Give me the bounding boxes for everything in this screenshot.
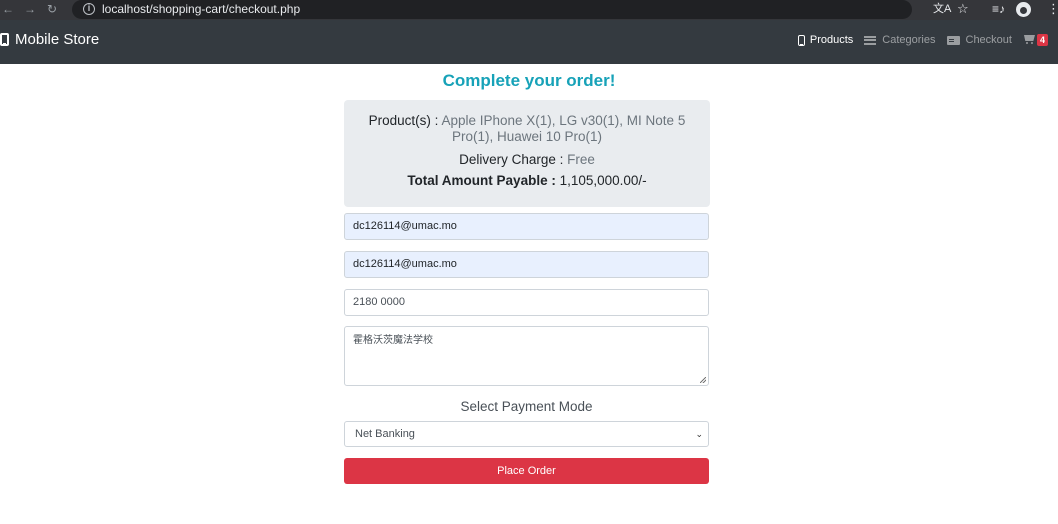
list-icon — [864, 35, 877, 45]
nav-categories-label: Categories — [882, 34, 936, 46]
delivery-label: Delivery Charge : — [459, 152, 564, 167]
payment-mode-select[interactable]: Net Banking ⌄ — [344, 421, 709, 447]
nav-links: Products Categories Checkout 4 — [797, 34, 1048, 46]
cart-icon — [1023, 35, 1035, 45]
info-icon[interactable]: i — [83, 3, 95, 15]
media-icon[interactable]: ≡♪ — [992, 1, 1005, 17]
total-value: 1,105,000.00/- — [559, 173, 647, 188]
email-input[interactable]: dc126114@umac.mo — [344, 251, 709, 278]
translate-icon[interactable]: 文A — [933, 1, 951, 17]
resize-handle-icon[interactable] — [700, 377, 706, 383]
back-arrow-icon[interactable]: ← — [2, 1, 14, 17]
page-title: Complete your order! — [442, 71, 616, 90]
delivery-value: Free — [567, 152, 595, 167]
phone-icon — [797, 34, 805, 46]
browser-toolbar: ← → ↻ i localhost/shopping-cart/checkout… — [0, 0, 1058, 20]
nav-checkout-label: Checkout — [965, 34, 1012, 46]
products-value: Apple IPhone X(1), LG v30(1), MI Note 5 … — [441, 113, 686, 144]
profile-icon[interactable] — [1016, 2, 1031, 17]
products-line: Product(s) : Apple IPhone X(1), LG v30(1… — [344, 113, 710, 145]
total-line: Total Amount Payable : 1,105,000.00/- — [344, 173, 710, 189]
navbar: Mobile Store Products Categories Checkou… — [0, 20, 1058, 64]
chevron-down-icon: ⌄ — [695, 429, 703, 439]
brand-name: Mobile Store — [15, 31, 100, 48]
address-textarea[interactable]: 霍格沃茨魔法学校 — [344, 326, 709, 386]
name-input[interactable]: dc126114@umac.mo — [344, 213, 709, 240]
phone-input[interactable]: 2180 0000 — [344, 289, 709, 316]
address-bar[interactable]: i localhost/shopping-cart/checkout.php — [72, 0, 912, 19]
cart-count-badge: 4 — [1036, 34, 1048, 46]
url-text: localhost/shopping-cart/checkout.php — [102, 2, 301, 16]
nav-categories[interactable]: Categories — [864, 34, 936, 46]
forward-arrow-icon[interactable]: → — [24, 1, 36, 17]
nav-checkout[interactable]: Checkout — [946, 34, 1012, 46]
delivery-line: Delivery Charge : Free — [344, 152, 710, 168]
order-summary: Product(s) : Apple IPhone X(1), LG v30(1… — [344, 100, 710, 207]
nav-cart[interactable]: 4 — [1023, 34, 1048, 46]
nav-products-label: Products — [809, 34, 854, 46]
menu-icon[interactable]: ⋮ — [1047, 1, 1058, 17]
star-icon[interactable]: ☆ — [957, 1, 969, 17]
phone-icon — [0, 33, 9, 46]
address-value: 霍格沃茨魔法学校 — [353, 335, 433, 346]
products-label: Product(s) : — [368, 113, 439, 128]
reload-icon[interactable]: ↻ — [47, 1, 57, 17]
card-icon — [946, 35, 960, 45]
place-order-button[interactable]: Place Order — [344, 458, 709, 484]
nav-products[interactable]: Products — [797, 34, 854, 46]
total-label: Total Amount Payable : — [407, 173, 556, 188]
payment-mode-value: Net Banking — [355, 428, 415, 440]
brand-link[interactable]: Mobile Store — [0, 31, 99, 48]
payment-mode-label: Select Payment Mode — [460, 399, 593, 414]
